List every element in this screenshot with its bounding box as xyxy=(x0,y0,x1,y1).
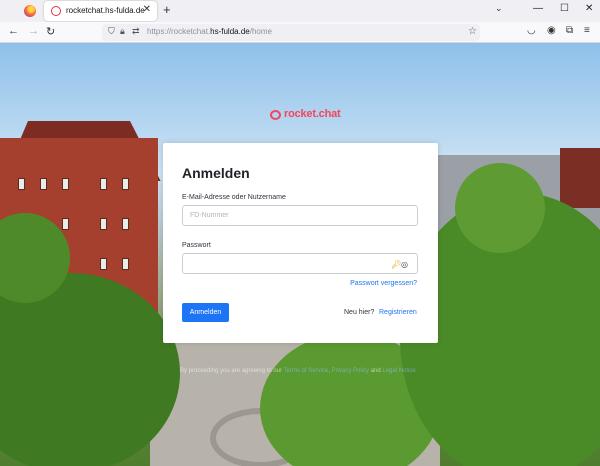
background-building-far-right xyxy=(560,148,600,208)
login-title: Anmelden xyxy=(182,165,250,181)
tab-close-icon[interactable]: ✕ xyxy=(143,4,151,15)
legal-notice-link[interactable]: Legal Notice xyxy=(382,368,415,374)
rocketchat-favicon-icon xyxy=(51,6,61,16)
password-label: Passwort xyxy=(182,242,211,249)
email-input[interactable] xyxy=(182,205,418,226)
privacy-policy-link[interactable]: Privacy Policy xyxy=(332,368,369,374)
url-text[interactable]: https://rocketchat.hs-fulda.de/home xyxy=(147,27,272,36)
menu-icon[interactable]: ≡ xyxy=(584,25,590,36)
account-icon[interactable]: ◉ xyxy=(547,25,556,36)
password-manager-key-icon[interactable]: 🔑︎ xyxy=(391,260,401,269)
email-label: E-Mail-Adresse oder Nutzername xyxy=(182,194,286,201)
login-page: rocket.chat Anmelden E-Mail-Adresse oder… xyxy=(0,43,600,466)
list-all-tabs-icon[interactable]: ⌄ xyxy=(495,3,503,14)
browser-tab-bar: rocketchat.hs-fulda.de ✕ + ⌄ — ☐ ✕ xyxy=(0,0,600,22)
permissions-icon[interactable]: ⇄ xyxy=(132,26,140,37)
maximize-button[interactable]: ☐ xyxy=(560,3,569,14)
forward-icon[interactable]: → xyxy=(28,25,39,37)
password-input[interactable] xyxy=(182,253,418,274)
bookmark-star-icon[interactable]: ☆ xyxy=(468,26,477,37)
show-password-eye-icon[interactable]: ◎ xyxy=(401,260,408,269)
background-tree xyxy=(455,163,545,253)
forgot-password-link[interactable]: Passwort vergessen? xyxy=(350,280,417,287)
login-card: Anmelden E-Mail-Adresse oder Nutzername … xyxy=(163,143,438,343)
browser-nav-bar: ← → ↻ ⛉ 🔒︎ ⇄ https://rocketchat.hs-fulda… xyxy=(0,22,600,43)
terms-notice: By proceeding you are agreeing to our Te… xyxy=(180,368,416,374)
shield-icon[interactable]: ⛉ xyxy=(108,26,115,37)
rocketchat-logo-icon xyxy=(270,110,281,120)
register-link[interactable]: Registrieren xyxy=(379,309,417,316)
url-bar[interactable]: ⛉ 🔒︎ ⇄ https://rocketchat.hs-fulda.de/ho… xyxy=(102,24,480,41)
reload-icon[interactable]: ↻ xyxy=(46,25,55,38)
close-window-button[interactable]: ✕ xyxy=(585,3,593,14)
tab-title: rocketchat.hs-fulda.de xyxy=(66,6,145,15)
lock-icon[interactable]: 🔒︎ xyxy=(120,26,125,37)
login-button[interactable]: Anmelden xyxy=(182,303,229,322)
browser-tab[interactable]: rocketchat.hs-fulda.de ✕ xyxy=(44,1,157,21)
terms-of-service-link[interactable]: Terms of Service xyxy=(284,368,329,374)
new-tab-button[interactable]: + xyxy=(163,2,171,17)
logo-text: rocket.chat xyxy=(284,108,341,120)
firefox-logo-icon xyxy=(24,5,36,17)
extensions-icon[interactable]: ⧉ xyxy=(566,25,573,36)
minimize-button[interactable]: — xyxy=(533,3,543,14)
new-here-text: Neu hier? xyxy=(344,309,375,316)
pocket-icon[interactable]: ◡ xyxy=(527,25,536,36)
back-icon[interactable]: ← xyxy=(8,25,19,37)
